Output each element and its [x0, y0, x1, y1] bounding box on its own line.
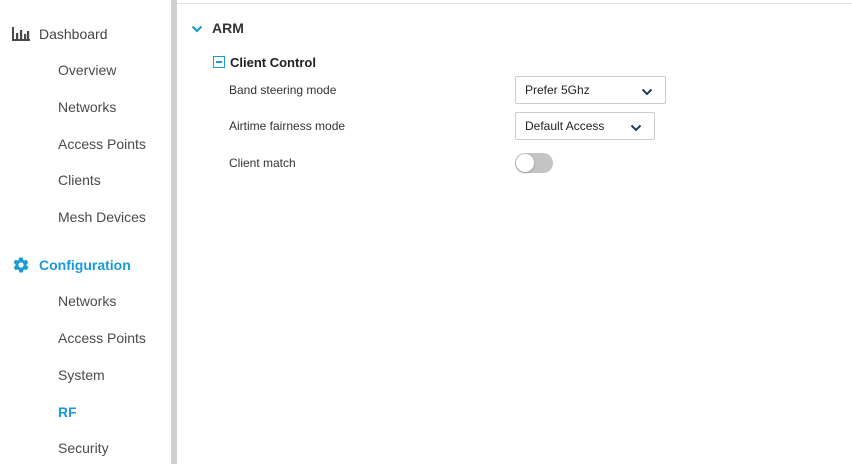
- sidebar-item-config-networks[interactable]: Networks: [58, 291, 116, 311]
- chevron-down-icon: [641, 86, 653, 96]
- band-steering-label: Band steering mode: [229, 83, 337, 97]
- sidebar-item-config-access-points[interactable]: Access Points: [58, 328, 146, 348]
- client-match-label: Client match: [229, 156, 296, 170]
- arm-section-title: ARM: [212, 20, 244, 36]
- client-control-title: Client Control: [230, 54, 316, 70]
- sidebar-item-clients[interactable]: Clients: [58, 170, 101, 190]
- sidebar-item-security[interactable]: Security: [58, 438, 109, 458]
- chevron-down-icon: [630, 122, 642, 132]
- airtime-fairness-value: Default Access: [525, 119, 605, 133]
- sidebar: Dashboard Overview Networks Access Point…: [0, 0, 171, 464]
- airtime-fairness-select[interactable]: Default Access: [515, 112, 655, 140]
- airtime-fairness-label: Airtime fairness mode: [229, 119, 346, 133]
- sidebar-section-configuration-label: Configuration: [39, 257, 131, 273]
- bar-chart-icon: [10, 25, 32, 43]
- client-control-header[interactable]: Client Control: [213, 54, 316, 70]
- sidebar-item-overview[interactable]: Overview: [58, 60, 116, 80]
- sidebar-item-dashboard-networks[interactable]: Networks: [58, 97, 116, 117]
- band-steering-value: Prefer 5Ghz: [525, 83, 590, 97]
- client-match-toggle[interactable]: [515, 153, 553, 173]
- sidebar-item-dashboard-access-points[interactable]: Access Points: [58, 134, 146, 154]
- chevron-down-icon: [191, 22, 203, 34]
- gear-icon: [10, 256, 32, 274]
- sidebar-item-system[interactable]: System: [58, 365, 105, 385]
- collapse-icon: [213, 56, 225, 68]
- sidebar-section-dashboard-label: Dashboard: [39, 26, 108, 42]
- sidebar-item-mesh-devices[interactable]: Mesh Devices: [58, 207, 146, 227]
- band-steering-select[interactable]: Prefer 5Ghz: [515, 76, 666, 104]
- sidebar-item-rf[interactable]: RF: [58, 402, 77, 422]
- toggle-knob: [516, 154, 534, 172]
- sidebar-section-configuration[interactable]: Configuration: [10, 253, 131, 277]
- arm-section-header[interactable]: ARM: [191, 19, 244, 37]
- sidebar-section-dashboard[interactable]: Dashboard: [10, 22, 108, 46]
- main-panel: ARM Client Control Band steering mode Pr…: [177, 5, 852, 464]
